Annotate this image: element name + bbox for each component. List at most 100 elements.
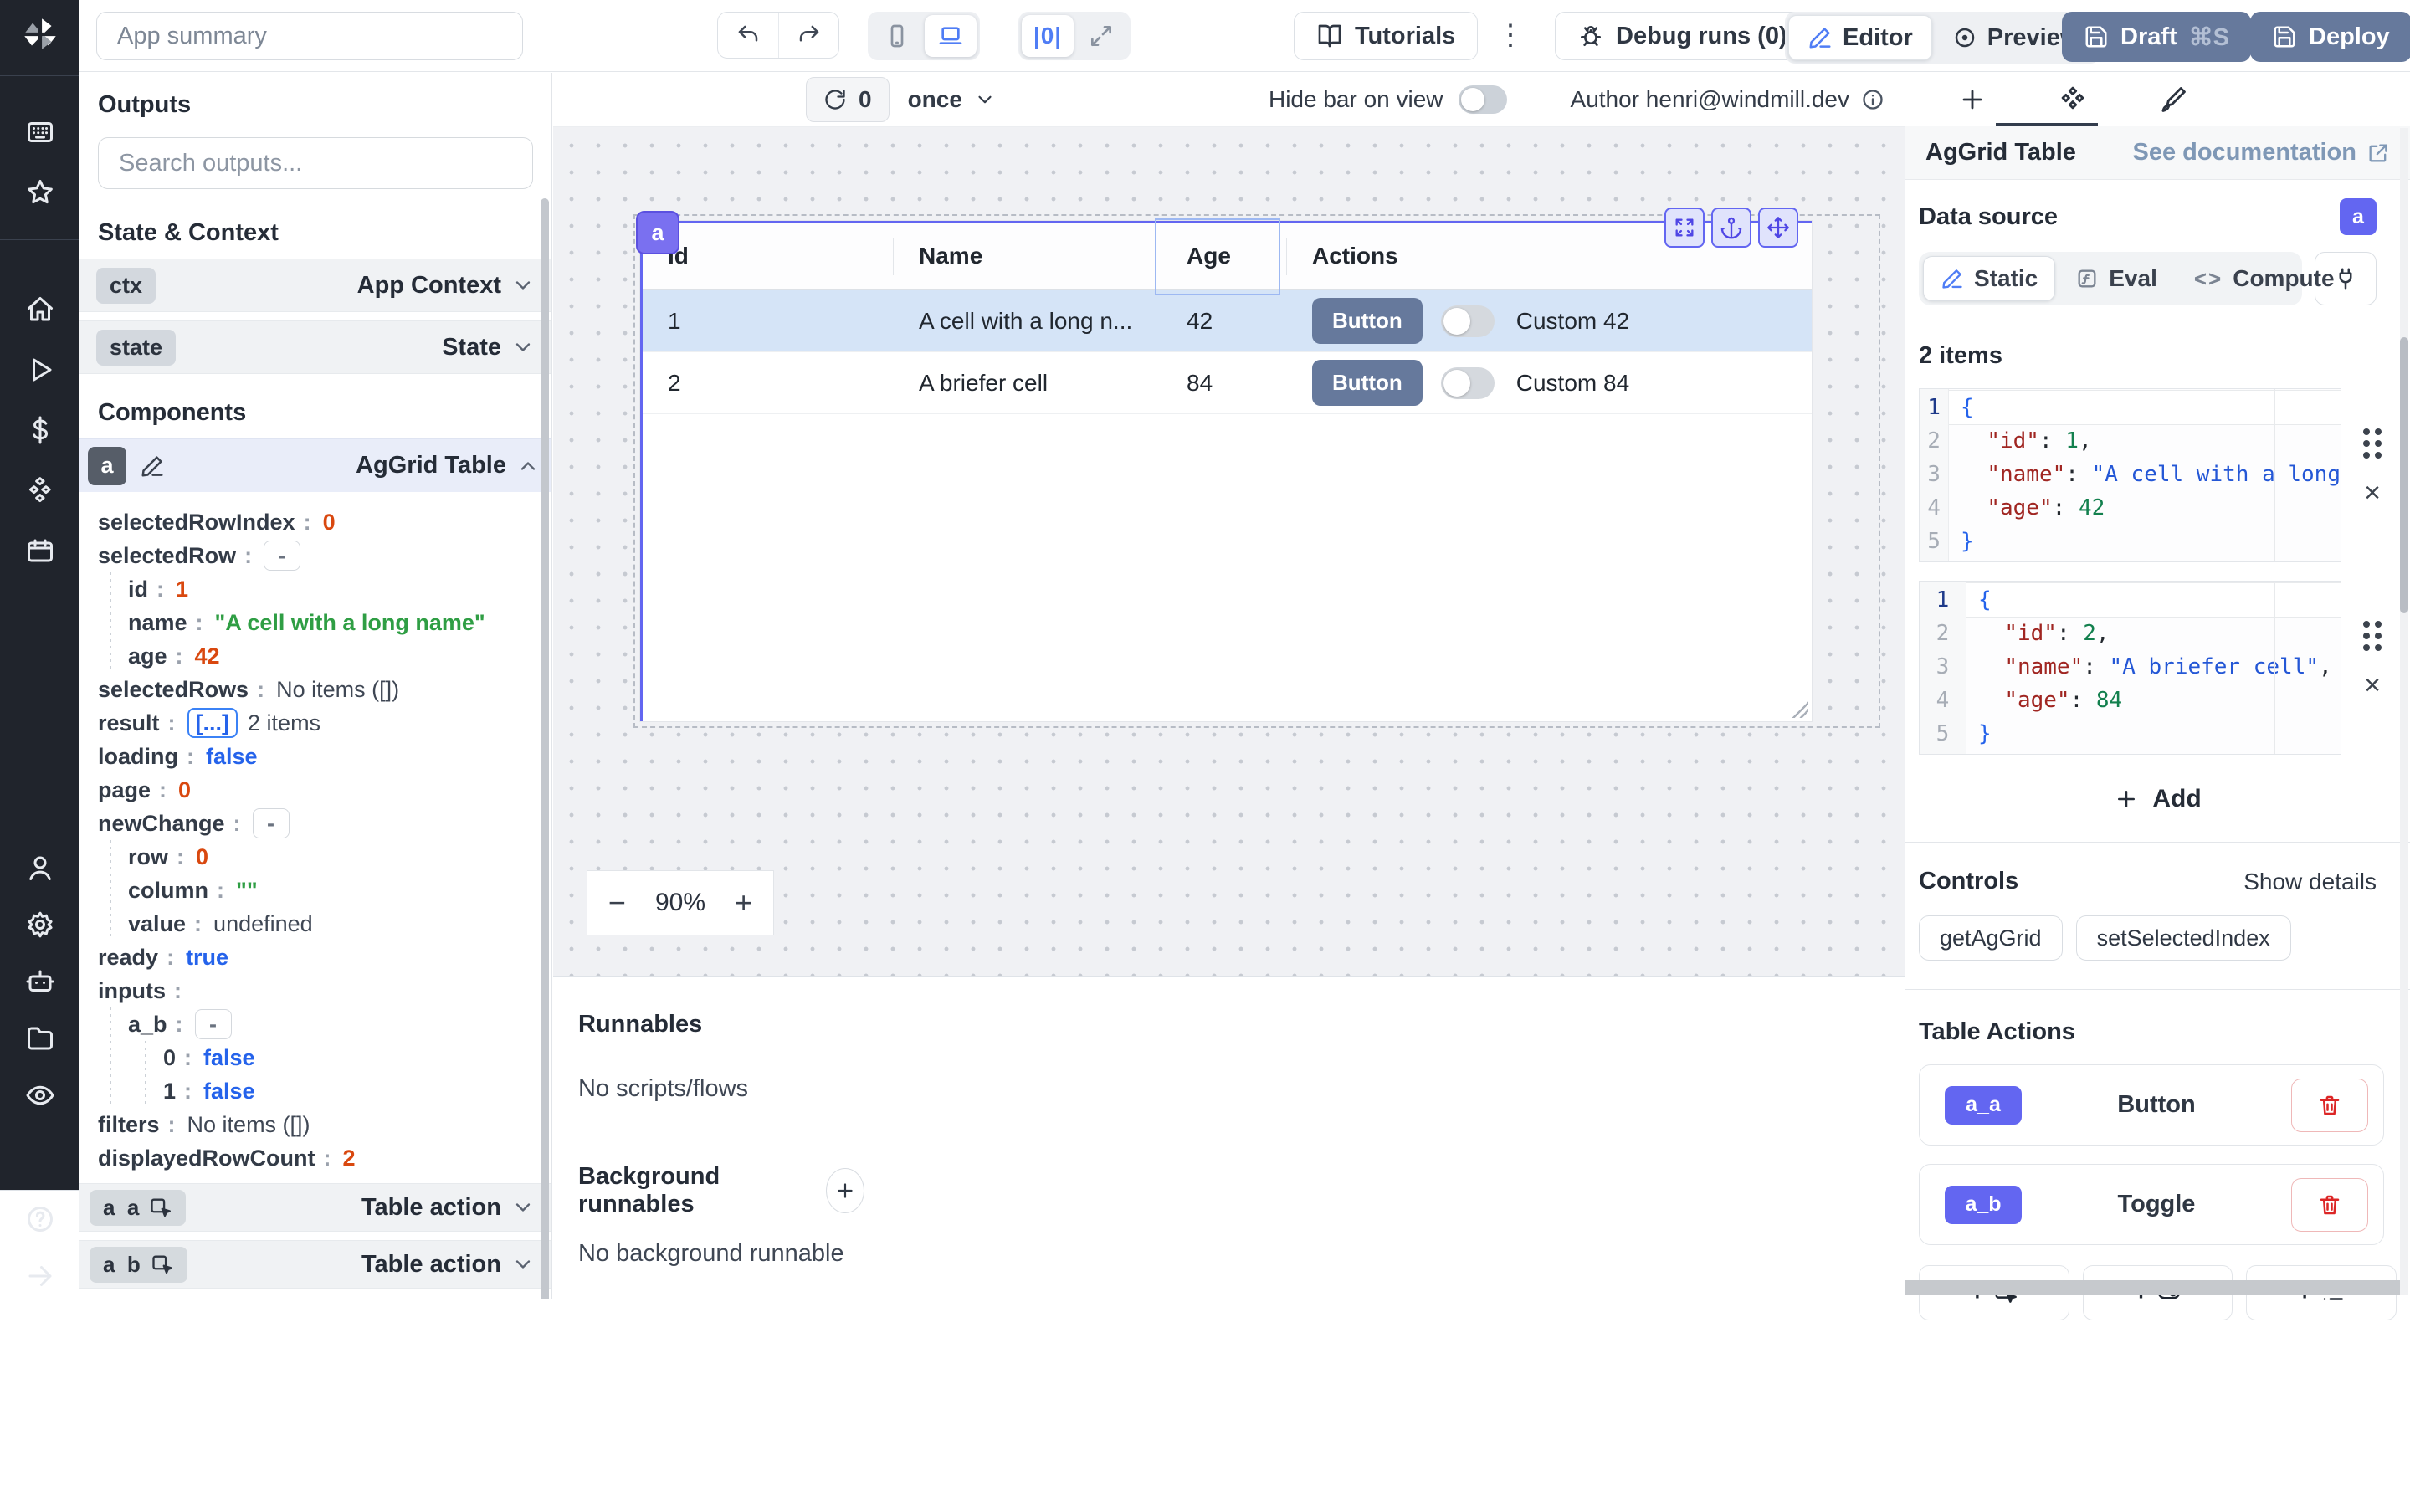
windmill-logo-icon[interactable] bbox=[19, 13, 61, 55]
state-row[interactable]: state State bbox=[79, 320, 551, 374]
output-tree-row[interactable]: column:"" bbox=[98, 874, 551, 907]
expand-component-button[interactable] bbox=[1664, 208, 1705, 248]
hide-bar-toggle[interactable] bbox=[1459, 85, 1507, 114]
eval-mode-tab[interactable]: Eval bbox=[2059, 256, 2174, 301]
rail-item-help-icon[interactable] bbox=[0, 1191, 79, 1248]
rail-item-user-icon[interactable] bbox=[0, 839, 79, 896]
app-canvas[interactable]: a IdNameAgeActions 1 A cell with a long … bbox=[553, 126, 1905, 976]
control-getAgGrid-button[interactable]: getAgGrid bbox=[1919, 915, 2063, 961]
fullwidth-button[interactable] bbox=[1075, 15, 1127, 57]
output-tree-row[interactable]: row:0 bbox=[98, 840, 551, 874]
output-tree-row[interactable]: name:"A cell with a long name" bbox=[98, 606, 551, 639]
output-tree-row[interactable]: result:[...]2 items bbox=[98, 706, 551, 740]
center-align-button[interactable]: |0| bbox=[1022, 15, 1074, 57]
zoom-in-button[interactable]: + bbox=[723, 885, 765, 920]
rail-item-play-icon[interactable] bbox=[0, 340, 79, 400]
output-tree-row[interactable]: a_b:- bbox=[98, 1007, 551, 1041]
editor-tab[interactable]: Editor bbox=[1788, 15, 1932, 60]
table-row[interactable]: 1 A cell with a long n... 42 Button Cust… bbox=[643, 290, 1812, 352]
table-header-name[interactable]: Name bbox=[894, 223, 1161, 289]
rail-item-apps-icon[interactable] bbox=[0, 102, 79, 162]
rail-item-cubes-icon[interactable] bbox=[0, 460, 79, 520]
debug-runs-button[interactable]: Debug runs (0) bbox=[1555, 12, 1810, 60]
outputs-scrollbar[interactable] bbox=[541, 198, 549, 1299]
see-documentation-link[interactable]: See documentation bbox=[2133, 139, 2391, 167]
control-setSelectedIndex-button[interactable]: setSelectedIndex bbox=[2076, 915, 2291, 961]
redo-button[interactable] bbox=[778, 13, 838, 58]
output-tree-row[interactable]: filters:No items ([]) bbox=[98, 1108, 551, 1141]
table-action-output-row[interactable]: a_b Table action bbox=[79, 1240, 551, 1289]
desktop-view-button[interactable] bbox=[925, 15, 977, 57]
output-tree-row[interactable]: newChange:- bbox=[98, 807, 551, 840]
zoom-out-button[interactable]: − bbox=[596, 885, 638, 920]
refresh-button[interactable]: 0 bbox=[806, 77, 890, 122]
expand-value-button[interactable]: - bbox=[253, 808, 290, 838]
aggrid-table-component[interactable]: IdNameAgeActions 1 A cell with a long n.… bbox=[640, 221, 1812, 721]
delete-action-button[interactable] bbox=[2291, 1178, 2368, 1232]
table-row[interactable]: 2 A briefer cell 84 Button Custom 84 bbox=[643, 352, 1812, 414]
output-tree-row[interactable]: id:1 bbox=[98, 572, 551, 606]
mobile-view-button[interactable] bbox=[871, 15, 923, 57]
row-toggle[interactable] bbox=[1441, 367, 1495, 399]
resize-handle[interactable] bbox=[1790, 700, 1808, 718]
deploy-button[interactable]: Deploy bbox=[2250, 12, 2410, 62]
drag-handle-icon[interactable] bbox=[2363, 428, 2382, 459]
styling-tab[interactable] bbox=[2123, 85, 2223, 114]
add-item-button[interactable]: Add bbox=[2114, 785, 2201, 813]
output-tree-row[interactable]: age:42 bbox=[98, 639, 551, 673]
output-tree-row[interactable]: selectedRowIndex:0 bbox=[98, 505, 551, 539]
row-toggle[interactable] bbox=[1441, 305, 1495, 337]
anchor-component-button[interactable] bbox=[1711, 208, 1751, 248]
rail-item-eye-icon[interactable] bbox=[0, 1067, 79, 1124]
table-header-id[interactable]: Id bbox=[643, 223, 894, 289]
insert-component-tab[interactable] bbox=[1922, 85, 2023, 114]
row-action-button[interactable]: Button bbox=[1312, 360, 1423, 406]
remove-item-button[interactable]: × bbox=[2364, 673, 2381, 698]
output-tree-row[interactable]: selectedRows:No items ([]) bbox=[98, 673, 551, 706]
rail-item-home-icon[interactable] bbox=[0, 279, 79, 340]
expand-value-button[interactable]: - bbox=[264, 541, 300, 571]
rail-item-gear-icon[interactable] bbox=[0, 896, 79, 953]
horizontal-scrollbar[interactable] bbox=[1905, 1280, 2401, 1295]
row-action-button[interactable]: Button bbox=[1312, 298, 1423, 344]
output-tree-row[interactable]: loading:false bbox=[98, 740, 551, 773]
vertical-scrollbar-track[interactable] bbox=[2400, 128, 2408, 1295]
draft-button[interactable]: Draft ⌘S bbox=[2062, 12, 2251, 62]
output-tree-row[interactable]: ready:true bbox=[98, 941, 551, 974]
rename-component-button[interactable] bbox=[133, 447, 172, 485]
output-tree-row[interactable]: value:undefined bbox=[98, 907, 551, 941]
rail-item-arrow-right-icon[interactable] bbox=[0, 1248, 79, 1304]
expand-value-button[interactable]: - bbox=[195, 1009, 232, 1039]
static-mode-tab[interactable]: Static bbox=[1923, 256, 2055, 301]
output-tree-row[interactable]: 1:false bbox=[98, 1074, 551, 1108]
output-tree-row[interactable]: displayedRowCount:2 bbox=[98, 1141, 551, 1175]
json-editor[interactable]: 12345 { "id": 1, "name": "A cell with a … bbox=[1919, 388, 2341, 562]
add-background-runnable-button[interactable] bbox=[826, 1168, 864, 1213]
component-settings-tab[interactable] bbox=[2023, 85, 2123, 114]
search-outputs-input[interactable] bbox=[98, 137, 533, 189]
connect-input-button[interactable] bbox=[2315, 252, 2377, 305]
tutorials-button[interactable]: Tutorials bbox=[1294, 12, 1478, 60]
output-tree-row[interactable]: inputs: bbox=[98, 974, 551, 1007]
component-tag[interactable]: a bbox=[636, 211, 679, 254]
show-details-link[interactable]: Show details bbox=[2243, 869, 2377, 895]
rail-item-dollar-icon[interactable] bbox=[0, 400, 79, 460]
move-component-button[interactable] bbox=[1758, 208, 1798, 248]
schedule-dropdown[interactable]: once bbox=[908, 86, 996, 113]
delete-action-button[interactable] bbox=[2291, 1079, 2368, 1132]
expand-array-button[interactable]: [...] bbox=[187, 708, 238, 738]
rail-item-calendar-icon[interactable] bbox=[0, 520, 79, 581]
output-tree-row[interactable]: page:0 bbox=[98, 773, 551, 807]
drag-handle-icon[interactable] bbox=[2363, 621, 2382, 651]
info-icon[interactable] bbox=[1861, 88, 1884, 111]
table-action-card[interactable]: a_a Button bbox=[1919, 1064, 2384, 1146]
output-tree-row[interactable]: selectedRow:- bbox=[98, 539, 551, 572]
undo-button[interactable] bbox=[718, 13, 778, 58]
table-header-age[interactable]: Age bbox=[1161, 223, 1287, 289]
remove-item-button[interactable]: × bbox=[2364, 480, 2381, 505]
rail-item-worker-icon[interactable] bbox=[0, 953, 79, 1010]
rail-item-folder-icon[interactable] bbox=[0, 1010, 79, 1067]
table-action-card[interactable]: a_b Toggle bbox=[1919, 1164, 2384, 1245]
app-summary-input[interactable] bbox=[96, 12, 523, 60]
output-tree-row[interactable]: 0:false bbox=[98, 1041, 551, 1074]
